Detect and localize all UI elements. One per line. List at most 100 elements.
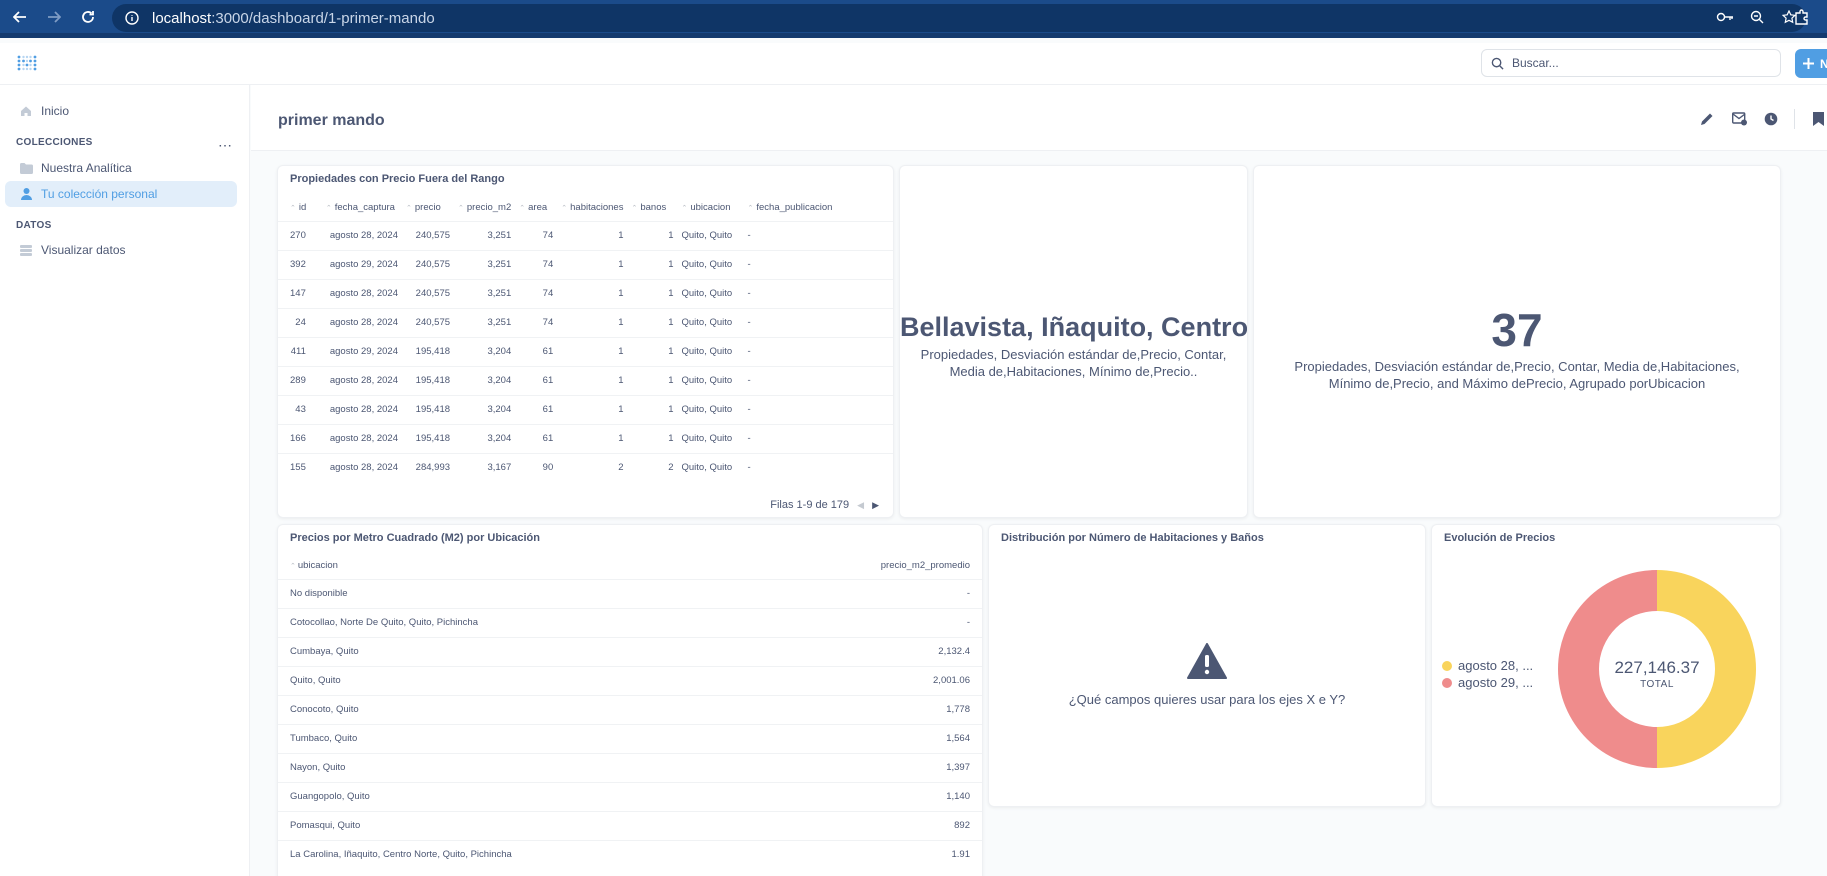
metabase-logo-icon[interactable] (17, 55, 37, 76)
column-header-id[interactable]: ⌃ id (278, 194, 322, 221)
m2-table: ⌃ ubicacion precio_m2_promedio No disponi… (278, 553, 982, 869)
legend-item[interactable]: agosto 28, ... (1442, 658, 1533, 673)
table-row[interactable]: Tumbaco, Quito 1,564 (278, 723, 982, 753)
reload-icon[interactable] (74, 3, 102, 31)
zoom-icon[interactable] (1748, 8, 1766, 26)
previous-page-icon[interactable]: ◀ (857, 500, 864, 511)
table-cell: 74 (515, 307, 558, 337)
table-cell: 1 (627, 307, 678, 337)
new-button-label: N (1820, 56, 1827, 71)
table-cell: 392 (278, 249, 322, 279)
sort-icon: ⌃ (681, 204, 688, 212)
legend-item[interactable]: agosto 29, ... (1442, 675, 1533, 690)
extensions-icon[interactable] (1793, 8, 1813, 28)
scalar-value: Bellavista, Iñaquito, Centro (900, 312, 1248, 342)
collections-menu-icon[interactable]: ⋯ (218, 137, 233, 154)
column-header-area[interactable]: ⌃ area (515, 194, 557, 221)
table-cell: Tumbaco, Quito (278, 723, 760, 753)
table-cell: 195,418 (402, 423, 455, 453)
table-row[interactable]: Cotocollao, Norte De Quito, Quito, Pichi… (278, 607, 982, 637)
column-header-fecha-publicacion[interactable]: ⌃ fecha_publicacion (743, 194, 893, 221)
table-row[interactable]: Quito, Quito 2,001.06 (278, 665, 982, 695)
edit-pencil-icon[interactable] (1698, 110, 1716, 128)
table-cell: Quito, Quito (677, 307, 744, 337)
table-row[interactable]: 43 agosto 28, 2024 195,418 3,204 61 1 1 Quito, … (278, 394, 893, 424)
sort-icon: ⌃ (519, 204, 526, 212)
table-cell: 2,132.4 (759, 636, 982, 666)
page-title[interactable]: primer mando (278, 112, 385, 130)
history-clock-icon[interactable] (1762, 110, 1780, 128)
column-header-precio-m2[interactable]: ⌃ precio_m2 (454, 194, 515, 221)
column-header-label: banos (640, 201, 667, 213)
table-row[interactable]: 147 agosto 28, 2024 240,575 3,251 74 1 1 Quito,… (278, 278, 893, 308)
column-header-label: area (528, 201, 548, 213)
sidebar-item-label: Inicio (41, 104, 70, 118)
search-box[interactable] (1481, 49, 1781, 77)
card-scalar-ubicacion[interactable]: Bellavista, Iñaquito, Centro Propiedades… (899, 165, 1248, 518)
person-icon (19, 187, 33, 201)
url-path: :3000/dashboard/1-primer-mando (211, 9, 435, 27)
table-row[interactable]: No disponible - (278, 578, 982, 608)
sort-icon: ⌃ (325, 204, 332, 212)
column-header-banos[interactable]: ⌃ banos (627, 194, 677, 221)
table-row[interactable]: Guangopolo, Quito 1,140 (278, 781, 982, 811)
sidebar-item-visualizar-datos[interactable]: Visualizar datos (5, 237, 237, 263)
column-header-habitaciones[interactable]: ⌃ habitaciones (557, 194, 627, 221)
table-cell: 1 (627, 278, 678, 308)
new-button[interactable]: N (1795, 49, 1827, 78)
table-cell: No disponible (278, 578, 760, 608)
table-row[interactable]: Pomasqui, Quito 892 (278, 810, 982, 840)
table-cell: 289 (278, 365, 322, 395)
table-row[interactable]: 392 agosto 29, 2024 240,575 3,251 74 1 1 Quito,… (278, 249, 893, 279)
sort-icon: ⌃ (747, 204, 754, 212)
sidebar-item-personal-collection[interactable]: Tu colección personal (5, 181, 237, 207)
table-cell: 195,418 (402, 394, 455, 424)
column-header-fecha-captura[interactable]: ⌃ fecha_captura (322, 194, 402, 221)
forward-icon[interactable] (40, 3, 68, 31)
scalar-value: 37 (1491, 304, 1543, 356)
table-cell: 1,778 (759, 694, 982, 724)
table-cell: agosto 28, 2024 (321, 307, 403, 337)
table-cell: Quito, Quito (677, 423, 744, 453)
table-cell: 1 (557, 365, 628, 395)
table-header-row: ⌃ ubicacion precio_m2_promedio (278, 553, 982, 579)
table-cell: - (743, 249, 893, 279)
table-row[interactable]: 289 agosto 28, 2024 195,418 3,204 61 1 1 Quito,… (278, 365, 893, 395)
site-info-icon[interactable] (122, 8, 142, 28)
table-cell: 147 (278, 278, 322, 308)
table-cell: Quito, Quito (677, 336, 744, 366)
column-header-precio-m2-promedio[interactable]: precio_m2_promedio (760, 553, 982, 579)
sidebar-item-home[interactable]: Inicio (5, 98, 237, 124)
column-header-ubicacion[interactable]: ⌃ ubicacion (278, 553, 760, 579)
search-input[interactable] (1512, 56, 1752, 70)
table-cell: Cumbaya, Quito (278, 636, 760, 666)
table-row[interactable]: La Carolina, Iñaquito, Centro Norte, Qui… (278, 839, 982, 869)
subscriptions-icon[interactable] (1730, 110, 1748, 128)
table-row[interactable]: Nayon, Quito 1,397 (278, 752, 982, 782)
table-cell: 1 (557, 220, 628, 250)
next-page-icon[interactable]: ▶ (872, 500, 879, 511)
column-header-ubicacion[interactable]: ⌃ ubicacion (677, 194, 743, 221)
table-cell: Pomasqui, Quito (278, 810, 760, 840)
address-bar[interactable]: localhost:3000/dashboard/1-primer-mando (112, 4, 1806, 32)
table-row[interactable]: 411 agosto 29, 2024 195,418 3,204 61 1 1 Quito,… (278, 336, 893, 366)
table-row[interactable]: 24 agosto 28, 2024 240,575 3,251 74 1 1 Quito, … (278, 307, 893, 337)
table-row[interactable]: 155 agosto 28, 2024 284,993 3,167 90 2 2 Quito,… (278, 452, 893, 482)
table-row[interactable]: Conocoto, Quito 1,778 (278, 694, 982, 724)
card-scalar-count[interactable]: 37 Propiedades, Desviación estándar de,P… (1253, 165, 1781, 518)
table-cell: 240,575 (402, 278, 455, 308)
table-cell: 1 (627, 423, 678, 453)
column-header-precio[interactable]: ⌃ precio (402, 194, 454, 221)
table-cell: 90 (515, 452, 558, 482)
table-cell: 1 (627, 220, 678, 250)
table-row[interactable]: 270 agosto 28, 2024 240,575 3,251 74 1 1 Quito,… (278, 220, 893, 250)
password-key-icon[interactable] (1716, 8, 1734, 26)
back-icon[interactable] (6, 3, 34, 31)
table-cell: - (743, 220, 893, 250)
sidebar-item-nuestra-analitica[interactable]: Nuestra Analítica (5, 155, 237, 181)
table-cell: 3,204 (454, 394, 516, 424)
table-row[interactable]: Cumbaya, Quito 2,132.4 (278, 636, 982, 666)
legend-label: agosto 28, ... (1458, 658, 1534, 673)
table-row[interactable]: 166 agosto 28, 2024 195,418 3,204 61 1 1 Quito,… (278, 423, 893, 453)
bookmark-icon[interactable] (1809, 110, 1827, 128)
